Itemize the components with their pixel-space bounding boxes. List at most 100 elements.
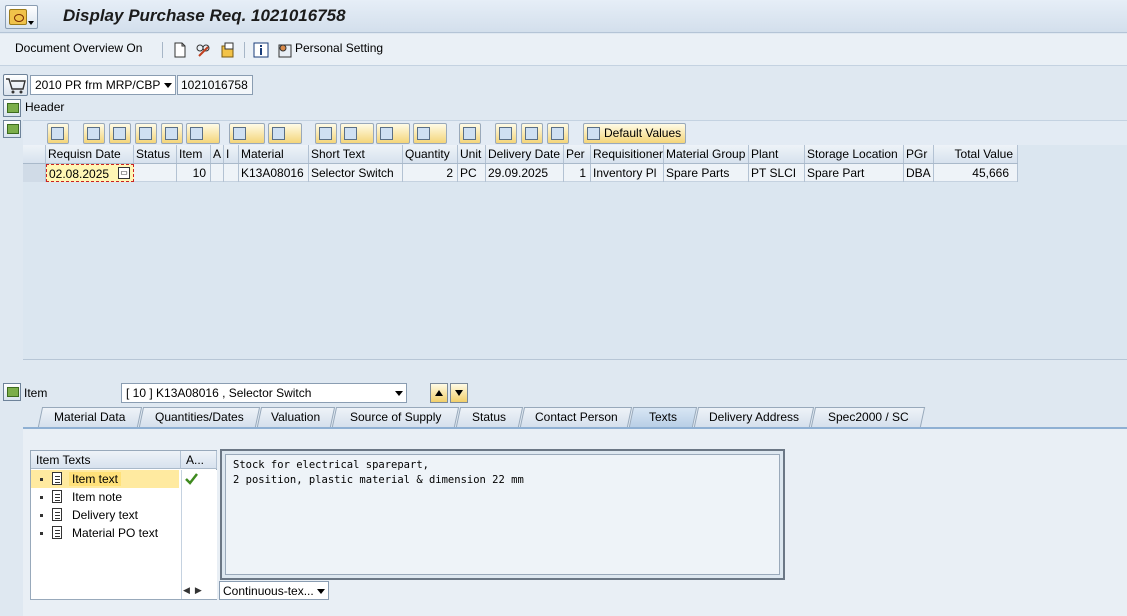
tab-quantities-dates[interactable]: Quantities/Dates xyxy=(138,407,261,427)
grid-header-row: Requisn Date Status Item A I Material Sh… xyxy=(23,145,1018,164)
select-all-cell[interactable] xyxy=(23,145,46,163)
sort-descending-icon xyxy=(113,127,126,140)
bullet-icon xyxy=(40,496,43,499)
item-select[interactable]: [ 10 ] K13A08016 , Selector Switch xyxy=(121,383,407,403)
subtotal-icon xyxy=(272,127,285,140)
header-expand-icon[interactable] xyxy=(3,99,21,117)
col-header-status[interactable]: Status xyxy=(134,145,177,163)
document-type-select[interactable]: 2010 PR frm MRP/CBP xyxy=(30,75,176,95)
list-item-item-text[interactable]: Item text xyxy=(31,470,179,488)
system-menu-button[interactable] xyxy=(5,5,38,29)
unit-cell: PC xyxy=(458,164,486,182)
bullet-icon xyxy=(40,514,43,517)
views-button[interactable] xyxy=(340,123,374,144)
filter-icon xyxy=(190,127,203,140)
table-row[interactable]: 02.08.2025 ▭ 10 K13A08016 Selector Switc… xyxy=(23,164,1018,182)
text-editor-content[interactable]: Stock for electrical sparepart, 2 positi… xyxy=(225,454,780,575)
col-header-pgr[interactable]: PGr xyxy=(904,145,934,163)
item-overview-grid: Requisn Date Status Item A I Material Sh… xyxy=(23,145,1127,360)
tab-contact-person[interactable]: Contact Person xyxy=(519,407,633,427)
a-cell xyxy=(211,164,224,182)
col-header-i[interactable]: I xyxy=(224,145,239,163)
col-header-short-text[interactable]: Short Text xyxy=(309,145,403,163)
layout-button[interactable] xyxy=(413,123,447,144)
paste-button[interactable] xyxy=(547,123,569,144)
sort-ascending-button[interactable] xyxy=(83,123,105,144)
document-overview-button[interactable]: Document Overview On xyxy=(15,41,142,55)
next-item-button[interactable] xyxy=(450,383,468,403)
editor-mode-select[interactable]: Continuous-tex... xyxy=(219,581,329,600)
col-header-unit[interactable]: Unit xyxy=(458,145,486,163)
material-cell: K13A08016 xyxy=(239,164,309,182)
display-change-icon[interactable] xyxy=(195,42,211,58)
row-selector[interactable] xyxy=(23,164,46,182)
delivery-date-cell: 29.09.2025 xyxy=(486,164,564,182)
dropdown-caret-icon xyxy=(28,21,34,25)
checkmark-icon xyxy=(185,473,198,485)
tab-status[interactable]: Status xyxy=(455,407,524,427)
subtotal-button[interactable] xyxy=(268,123,302,144)
list-item-label: Item text xyxy=(69,472,122,486)
col-header-requisitioner[interactable]: Requisitioner xyxy=(591,145,664,163)
copy-row-button[interactable] xyxy=(521,123,543,144)
document-number-field[interactable]: 1021016758 xyxy=(177,75,253,95)
col-header-quantity[interactable]: Quantity xyxy=(403,145,458,163)
list-item-material-po-text[interactable]: Material PO text xyxy=(31,524,181,542)
total-button[interactable] xyxy=(229,123,265,144)
per-cell: 1 xyxy=(564,164,591,182)
list-item-delivery-text[interactable]: Delivery text xyxy=(31,506,181,524)
export-button[interactable] xyxy=(376,123,410,144)
document-type-value: 2010 PR frm MRP/CBP xyxy=(35,78,161,92)
add-row-button[interactable] xyxy=(495,123,517,144)
item-select-value: [ 10 ] K13A08016 , Selector Switch xyxy=(126,386,312,400)
find-next-button[interactable] xyxy=(161,123,183,144)
item-cell: 10 xyxy=(177,164,211,182)
col-header-delivery-date[interactable]: Delivery Date xyxy=(486,145,564,163)
col-header-a[interactable]: A xyxy=(211,145,224,163)
material-group-cell: Spare Parts xyxy=(664,164,749,182)
find-button[interactable] xyxy=(135,123,157,144)
tab-spec2000-sc[interactable]: Spec2000 / SC xyxy=(810,407,926,427)
col-header-item[interactable]: Item xyxy=(177,145,211,163)
new-document-icon[interactable] xyxy=(172,42,188,58)
other-document-icon[interactable] xyxy=(220,42,236,58)
tab-material-data[interactable]: Material Data xyxy=(37,407,143,427)
info-icon[interactable] xyxy=(253,42,269,58)
sort-descending-button[interactable] xyxy=(109,123,131,144)
item-detail-collapse-icon[interactable] xyxy=(3,383,21,401)
add-row-icon xyxy=(499,127,512,140)
tab-delivery-address[interactable]: Delivery Address xyxy=(693,407,815,427)
list-scroll-arrows[interactable]: ◀ ▶ xyxy=(183,585,202,596)
requisn-date-cell[interactable]: 02.08.2025 ▭ xyxy=(46,164,134,182)
binoculars-icon xyxy=(139,127,152,140)
layout-icon xyxy=(417,127,430,140)
col-header-storage-location[interactable]: Storage Location xyxy=(805,145,904,163)
calendar-popup-icon[interactable]: ▭ xyxy=(118,167,130,179)
paste-icon xyxy=(551,127,564,140)
list-item-item-note[interactable]: Item note xyxy=(31,488,181,506)
col-header-per[interactable]: Per xyxy=(564,145,591,163)
shopping-cart-icon[interactable] xyxy=(3,74,28,96)
default-values-icon xyxy=(587,127,600,140)
col-header-requisn-date[interactable]: Requisn Date xyxy=(46,145,134,163)
status-cell xyxy=(134,164,177,182)
print-button[interactable] xyxy=(315,123,337,144)
col-header-material[interactable]: Material xyxy=(239,145,309,163)
col-header-plant[interactable]: Plant xyxy=(749,145,805,163)
tab-texts[interactable]: Texts xyxy=(628,407,698,427)
item-overview-collapse-icon[interactable] xyxy=(3,120,21,138)
previous-item-button[interactable] xyxy=(430,383,448,403)
requisition-header-line: 2010 PR frm MRP/CBP 1021016758 xyxy=(0,72,1127,98)
copy-icon xyxy=(525,127,538,140)
tab-source-of-supply[interactable]: Source of Supply xyxy=(331,407,460,427)
tab-valuation[interactable]: Valuation xyxy=(256,407,336,427)
col-header-material-group[interactable]: Material Group xyxy=(664,145,749,163)
personal-setting-button[interactable]: Personal Setting xyxy=(295,41,383,55)
title-bar: Display Purchase Req. 1021016758 xyxy=(0,0,1127,33)
sum-icon xyxy=(233,127,246,140)
grid-info-button[interactable] xyxy=(459,123,481,144)
filter-button[interactable] xyxy=(186,123,220,144)
col-header-total-value[interactable]: Total Value xyxy=(934,145,1018,163)
default-values-button[interactable]: Default Values xyxy=(583,123,687,144)
details-button[interactable] xyxy=(47,123,69,144)
